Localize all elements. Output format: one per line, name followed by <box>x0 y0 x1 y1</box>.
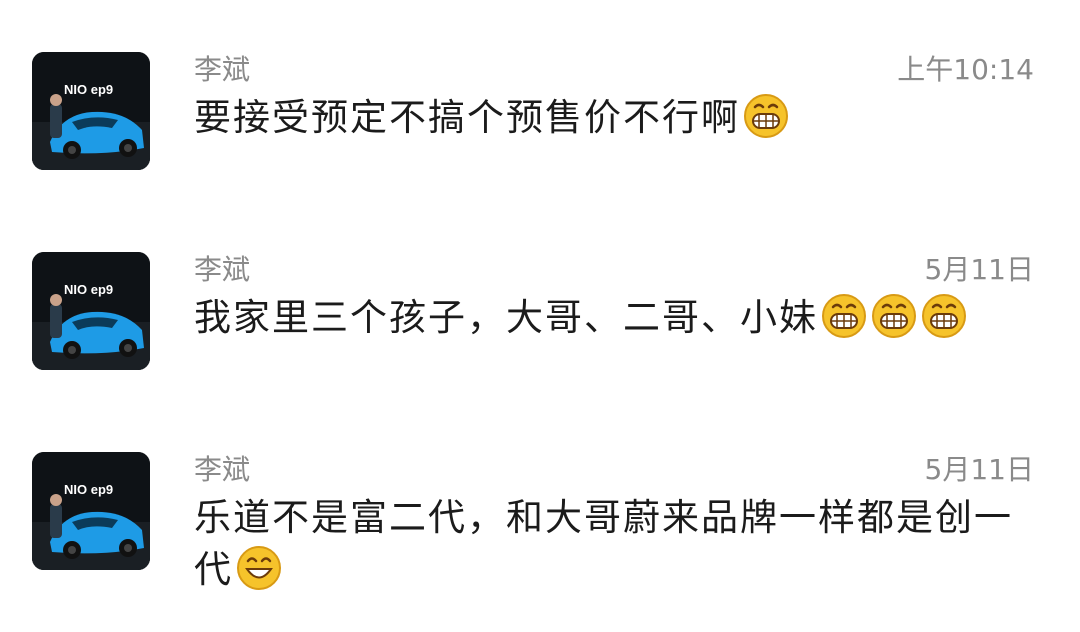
avatar[interactable]: NIO ep9 <box>32 252 150 370</box>
comment-feed: NIO ep9 李斌 上午10:14 要接受预定不搞个预售价不行啊 NIO ep… <box>0 0 1080 632</box>
avatar-image: NIO ep9 <box>32 52 150 170</box>
comment-text-container: 要接受预定不搞个预售价不行啊 <box>194 92 1044 144</box>
avatar-image: NIO ep9 <box>32 252 150 370</box>
avatar[interactable]: NIO ep9 <box>32 452 150 570</box>
comment-text: 要接受预定不搞个预售价不行啊 <box>194 96 740 139</box>
comment-text-container: 我家里三个孩子，大哥、二哥、小妹 <box>194 292 1044 344</box>
comment-text-container: 乐道不是富二代，和大哥蔚来品牌一样都是创一代 <box>194 492 1044 596</box>
avatar-brand-text: NIO ep9 <box>64 482 113 497</box>
grin-icon <box>920 292 968 340</box>
avatar[interactable]: NIO ep9 <box>32 52 150 170</box>
grin-icon <box>820 292 868 340</box>
avatar-image: NIO ep9 <box>32 452 150 570</box>
author-name[interactable]: 李斌 <box>194 452 250 488</box>
comment-text: 乐道不是富二代，和大哥蔚来品牌一样都是创一代 <box>194 496 1013 591</box>
grin-icon <box>870 292 918 340</box>
comment-text: 我家里三个孩子，大哥、二哥、小妹 <box>194 296 818 339</box>
avatar-brand-text: NIO ep9 <box>64 282 113 297</box>
author-name[interactable]: 李斌 <box>194 52 250 88</box>
avatar-brand-text: NIO ep9 <box>64 82 113 97</box>
comment-time: 5月11日 <box>924 253 1034 286</box>
smile-icon <box>235 544 283 592</box>
comment-time: 5月11日 <box>924 453 1034 486</box>
grin-icon <box>742 92 790 140</box>
comment-time: 上午10:14 <box>897 53 1034 86</box>
author-name[interactable]: 李斌 <box>194 252 250 288</box>
